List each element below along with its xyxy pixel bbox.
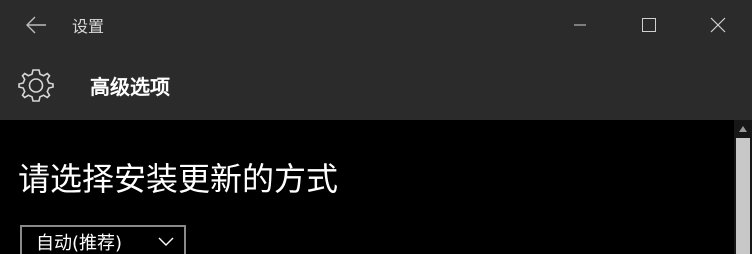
settings-window: 设置 高级选项 请选择安装更新的方式 自动(推荐) — [0, 0, 752, 254]
settings-gear — [0, 50, 72, 120]
minimize-icon — [573, 24, 586, 26]
gear-icon — [18, 69, 54, 102]
maximize-icon — [641, 18, 656, 32]
maximize-button[interactable] — [614, 0, 683, 50]
back-button[interactable] — [0, 0, 72, 50]
back-arrow-icon — [26, 16, 46, 34]
page-header: 高级选项 — [0, 50, 752, 120]
title-bar: 设置 — [0, 0, 752, 50]
content-area: 请选择安装更新的方式 自动(推荐) — [0, 120, 734, 254]
scroll-thumb[interactable] — [736, 138, 750, 254]
window-controls — [545, 0, 752, 50]
page-title: 高级选项 — [90, 74, 170, 99]
window-title: 设置 — [72, 17, 105, 36]
install-mode-dropdown[interactable]: 自动(推荐) — [20, 225, 186, 254]
caret-up-icon — [739, 126, 747, 132]
section-heading: 请选择安装更新的方式 — [18, 160, 339, 198]
scroll-up-button[interactable] — [734, 120, 752, 138]
close-icon — [710, 17, 725, 33]
minimize-button[interactable] — [545, 0, 614, 50]
vertical-scrollbar[interactable] — [734, 120, 752, 254]
chevron-down-icon — [158, 237, 174, 246]
close-button[interactable] — [683, 0, 752, 50]
dropdown-selected-value: 自动(推荐) — [36, 233, 123, 254]
